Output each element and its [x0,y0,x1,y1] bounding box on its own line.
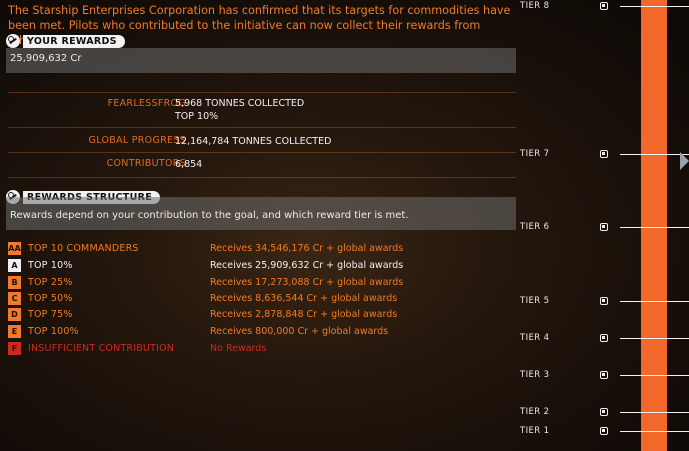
tier-marker: TIER 6 [520,221,689,233]
tier-marker-icon [600,408,608,416]
tier-marker-line [620,227,689,228]
contributors-row: CONTRIBUTORS 6,854 [8,158,516,172]
tier-marker: TIER 1 [520,425,689,437]
divider [8,92,516,93]
your-rewards-header: YOUR REWARDS [6,33,125,49]
tier-reward: Receives 800,000 Cr + global awards [210,325,389,337]
tier-reward: Receives 34,546,176 Cr + global awards [210,242,404,254]
tier-badge: F [8,341,21,355]
rewards-structure-description: Rewards depend on your contribution to t… [10,210,409,221]
tier-marker-icon [600,297,608,305]
tier-marker-label: TIER 2 [520,407,550,417]
reward-tier-row: C TOP 50% Receives 8,636,544 Cr + global… [8,291,397,305]
tier-name: TOP 100% [28,325,79,337]
your-rewards-value: 25,909,632 Cr [10,53,82,64]
tier-marker-icon [600,223,608,231]
tier-reward: No Rewards [210,342,267,354]
tier-name: TOP 10 COMMANDERS [28,242,139,254]
tier-badge: B [8,275,21,289]
tier-badge: C [8,291,21,305]
player-rank-value: TOP 10% [175,111,219,122]
reward-tier-row: E TOP 100% Receives 800,000 Cr + global … [8,324,388,338]
tier-marker-line [620,338,689,339]
tier-marker-label: TIER 8 [520,1,550,11]
reward-tier-row: F INSUFFICIENT CONTRIBUTION No Rewards [8,341,266,355]
tier-marker-label: TIER 3 [520,370,550,380]
expand-arrow-icon[interactable] [680,152,689,170]
divider [8,177,516,178]
player-tonnes-value: 5,968 TONNES COLLECTED [175,98,305,109]
tier-marker-label: TIER 7 [520,149,550,159]
tier-name: TOP 75% [28,308,73,320]
tier-marker: TIER 2 [520,406,689,418]
tier-marker-label: TIER 1 [520,426,550,436]
tier-marker-line [620,375,689,376]
rewards-structure-panel: Rewards depend on your contribution to t… [6,197,516,230]
tier-marker-label: TIER 4 [520,333,550,343]
tier-badge: D [8,307,21,321]
global-progress-label: GLOBAL PROGRESS [88,135,186,146]
reward-tier-row: D TOP 75% Receives 2,878,848 Cr + global… [8,307,397,321]
tier-name: INSUFFICIENT CONTRIBUTION [28,342,175,354]
tier-marker-icon [600,427,608,435]
tier-name: TOP 10% [28,259,73,271]
tier-marker: TIER 7 [520,148,689,160]
player-contribution-row: FEARLESSFROG 5,968 TONNES COLLECTED TOP … [8,97,516,125]
tier-marker-line [620,431,689,432]
tier-marker: TIER 5 [520,295,689,307]
tier-name: TOP 25% [28,276,73,288]
tier-marker-line [620,301,689,302]
tier-marker-line [620,412,689,413]
divider [8,127,516,128]
tier-marker-icon [600,2,608,10]
tier-marker: TIER 8 [520,0,689,12]
tier-marker-icon [600,150,608,158]
contributors-value: 6,854 [175,159,203,170]
reward-tier-row: AA TOP 10 COMMANDERS Receives 34,546,176… [8,241,403,255]
your-rewards-panel: 25,909,632 Cr [6,48,516,73]
tier-badge: A [8,258,21,272]
tier-marker-label: TIER 5 [520,296,550,306]
tier-badge: AA [8,241,21,255]
tier-marker-line [620,154,689,155]
tier-reward: Receives 17,273,088 Cr + global awards [210,276,404,288]
tier-marker-label: TIER 6 [520,222,550,232]
tier-marker-line [620,6,689,7]
global-progress-row: GLOBAL PROGRESS 12,164,784 TONNES COLLEC… [8,135,516,149]
tier-name: TOP 50% [28,292,73,304]
rewards-icon [6,34,20,48]
tier-marker: TIER 3 [520,369,689,381]
tier-marker-icon [600,334,608,342]
global-progress-value: 12,164,784 TONNES COLLECTED [175,136,332,147]
tier-reward: Receives 25,909,632 Cr + global awards [210,259,404,271]
tier-marker: TIER 4 [520,332,689,344]
tier-reward: Receives 8,636,544 Cr + global awards [210,292,398,304]
tier-marker-icon [600,371,608,379]
tier-reward: Receives 2,878,848 Cr + global awards [210,308,398,320]
reward-tier-row: A TOP 10% Receives 25,909,632 Cr + globa… [8,258,403,272]
your-rewards-title: YOUR REWARDS [23,34,125,48]
divider [8,152,516,153]
tier-badge: E [8,324,21,338]
tier-progress-bar [641,0,667,451]
reward-tier-row: B TOP 25% Receives 17,273,088 Cr + globa… [8,275,403,289]
